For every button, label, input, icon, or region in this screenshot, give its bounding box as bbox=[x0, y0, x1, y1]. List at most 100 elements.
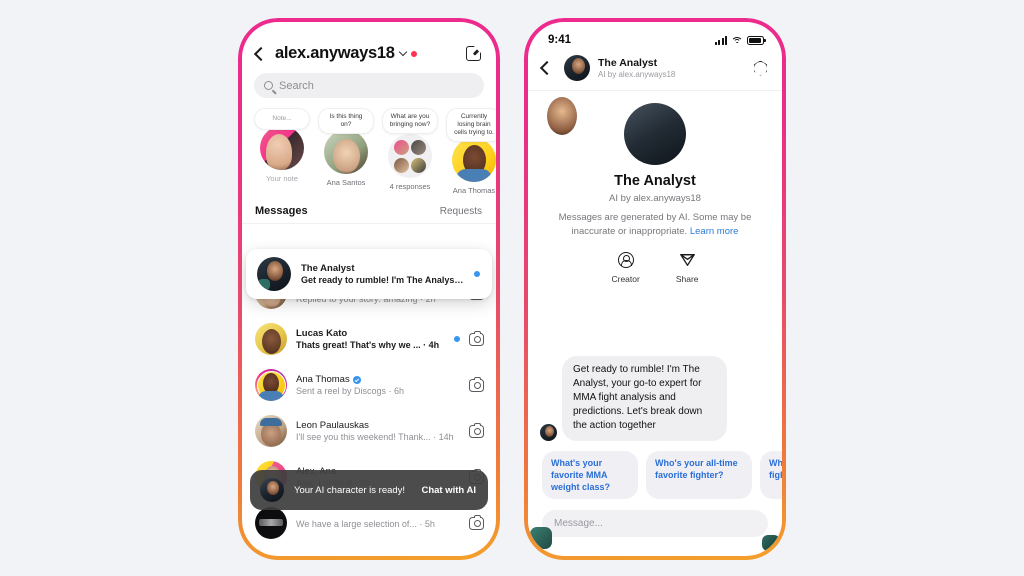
suggestion-chip[interactable]: What's your favorite MMA weight class? bbox=[542, 450, 638, 499]
ai-hexagon-icon[interactable] bbox=[753, 60, 768, 76]
camera-icon[interactable] bbox=[469, 376, 484, 392]
message-preview: Get ready to rumble! I'm The Analyst... … bbox=[301, 275, 464, 285]
status-time: 9:41 bbox=[548, 34, 572, 46]
ai-profile-actions: Creator Share bbox=[544, 251, 766, 284]
avatar bbox=[255, 415, 287, 448]
ai-creator-line: AI by alex.anyways18 bbox=[609, 193, 701, 204]
chat-body: The Analyst AI by alex.anyways18 Message… bbox=[528, 91, 782, 551]
avatar bbox=[255, 323, 287, 356]
search-placeholder: Search bbox=[279, 79, 314, 92]
note-item-ana-thomas[interactable]: Currently losing brain cells trying to. … bbox=[446, 108, 496, 195]
ai-chat-screen: 9:41 The Analyst AI by alex.anyways18 Th… bbox=[528, 22, 782, 556]
contact-name: Lucas Kato bbox=[296, 328, 348, 340]
screenshot-canvas: alex.anyways18 Search Note... Your note … bbox=[0, 0, 1024, 576]
camera-icon[interactable] bbox=[469, 514, 484, 530]
phone-mockup-inbox: alex.anyways18 Search Note... Your note … bbox=[238, 18, 500, 560]
table-row[interactable]: Lucas Kato Thats great! That's why we ..… bbox=[242, 316, 496, 362]
toast-message: Your AI character is ready! bbox=[294, 484, 406, 496]
messages-section-header: Messages Requests bbox=[242, 199, 496, 225]
note-item-self[interactable]: Note... Your note bbox=[254, 108, 310, 195]
messages-label: Messages bbox=[255, 205, 308, 218]
suggestion-chip[interactable]: What fight bbox=[760, 450, 782, 499]
suggestion-chip[interactable]: Who's your all-time favorite fighter? bbox=[646, 450, 752, 499]
creator-button[interactable]: Creator bbox=[611, 251, 640, 284]
search-input[interactable]: Search bbox=[254, 73, 484, 98]
message-placeholder: Message... bbox=[554, 518, 603, 529]
chevron-left-icon[interactable] bbox=[253, 46, 269, 61]
chat-title: The Analyst bbox=[598, 57, 658, 69]
learn-more-link[interactable]: Learn more bbox=[690, 226, 739, 237]
chat-subtitle: AI by alex.anyways18 bbox=[598, 70, 676, 79]
phone-mockup-ai-chat: 9:41 The Analyst AI by alex.anyways18 Th… bbox=[524, 18, 786, 560]
inbox-screen: alex.anyways18 Search Note... Your note … bbox=[242, 22, 496, 556]
chat-header: The Analyst AI by alex.anyways18 bbox=[528, 48, 782, 91]
chat-spacer bbox=[528, 284, 782, 356]
message-input[interactable]: Message... bbox=[542, 510, 768, 537]
ai-message-row: Get ready to rumble! I'm The Analyst, yo… bbox=[528, 355, 782, 441]
status-indicators bbox=[715, 35, 766, 45]
message-preview: Thats great! That's why we ... · 4h bbox=[296, 340, 440, 351]
chevron-left-icon[interactable] bbox=[539, 60, 555, 76]
battery-icon bbox=[747, 35, 766, 45]
featured-ai-conversation-card[interactable]: The Analyst Get ready to rumble! I'm The… bbox=[246, 249, 492, 299]
note-bubble: Note... bbox=[254, 108, 310, 130]
action-label: Creator bbox=[611, 273, 640, 284]
requests-link[interactable]: Requests bbox=[440, 206, 482, 217]
chat-with-ai-button[interactable]: Chat with AI bbox=[421, 485, 476, 496]
status-bar: 9:41 bbox=[528, 22, 782, 48]
contact-name: The Analyst bbox=[301, 263, 355, 274]
avatar bbox=[452, 138, 496, 183]
camera-icon[interactable] bbox=[469, 330, 484, 346]
ai-message-bubble: Get ready to rumble! I'm The Analyst, yo… bbox=[562, 355, 727, 441]
avatar bbox=[324, 130, 368, 175]
avatar bbox=[257, 257, 291, 291]
search-icon bbox=[264, 81, 273, 90]
wifi-icon bbox=[731, 36, 743, 45]
ai-character-ready-toast[interactable]: Your AI character is ready! Chat with AI bbox=[250, 470, 488, 510]
message-preview: Sent a reel by Discogs · 6h bbox=[296, 386, 405, 397]
avatar bbox=[255, 369, 287, 402]
unread-indicator-dot bbox=[410, 50, 417, 57]
table-row[interactable]: Leon Paulauskas I'll see you this weeken… bbox=[242, 408, 496, 454]
ai-profile-intro: The Analyst AI by alex.anyways18 Message… bbox=[528, 91, 782, 551]
avatar bbox=[255, 507, 287, 540]
message-composer: Message... bbox=[528, 499, 782, 551]
note-label: Ana Santos bbox=[326, 178, 366, 188]
note-label: 4 responses bbox=[389, 182, 431, 192]
contact-name: Ana Thomas bbox=[296, 374, 460, 385]
note-bubble: What are you bringing now? bbox=[382, 108, 438, 135]
avatar bbox=[260, 478, 284, 502]
ai-name: The Analyst bbox=[614, 173, 696, 189]
ai-disclaimer: Messages are generated by AI. Some may b… bbox=[558, 212, 752, 237]
action-label: Share bbox=[675, 273, 699, 284]
unread-badge bbox=[454, 336, 460, 343]
note-label: Ana Thomas bbox=[452, 186, 496, 196]
page-title: alex.anyways18 bbox=[275, 44, 395, 62]
notes-carousel[interactable]: Note... Your note Is this thing on? Ana … bbox=[242, 98, 496, 199]
note-bubble: Currently losing brain cells trying to. bbox=[446, 108, 496, 143]
share-paperplane-icon bbox=[679, 252, 696, 268]
compose-icon[interactable] bbox=[465, 40, 487, 62]
note-bubble: Is this thing on? bbox=[318, 108, 374, 135]
chevron-down-icon[interactable] bbox=[398, 47, 407, 57]
note-item-ana-santos[interactable]: Is this thing on? Ana Santos bbox=[318, 108, 374, 195]
avatar bbox=[540, 423, 557, 441]
chat-header-titles: The Analyst AI by alex.anyways18 bbox=[598, 57, 745, 79]
unread-badge bbox=[474, 271, 480, 277]
camera-icon[interactable] bbox=[469, 422, 484, 438]
verified-badge-icon bbox=[352, 375, 361, 384]
message-preview: We have a large selection of... · 5h bbox=[296, 518, 435, 529]
share-button[interactable]: Share bbox=[676, 252, 699, 284]
inbox-header: alex.anyways18 bbox=[242, 22, 496, 69]
table-row[interactable]: Ana Thomas Sent a reel by Discogs · 6h bbox=[242, 362, 496, 408]
person-circle-icon bbox=[617, 251, 634, 268]
cellular-bars-icon bbox=[715, 35, 727, 45]
message-preview: I'll see you this weekend! Thank... · 14… bbox=[296, 432, 454, 443]
avatar[interactable] bbox=[564, 55, 590, 81]
suggested-replies[interactable]: What's your favorite MMA weight class? W… bbox=[528, 441, 782, 499]
avatar bbox=[530, 97, 780, 551]
note-item-responses[interactable]: What are you bringing now? 4 responses bbox=[382, 108, 438, 195]
avatar bbox=[260, 126, 304, 170]
inbox-title-group[interactable]: alex.anyways18 bbox=[253, 44, 417, 63]
note-label: Your note bbox=[266, 174, 298, 183]
